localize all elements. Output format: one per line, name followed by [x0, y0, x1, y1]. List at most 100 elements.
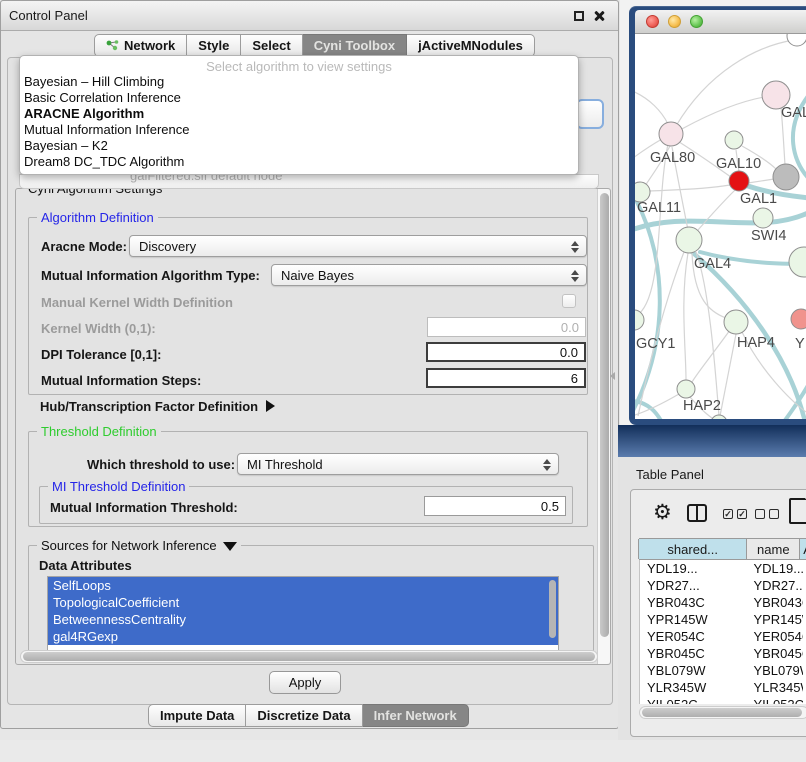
node[interactable] — [787, 34, 806, 46]
tab-discretize-data[interactable]: Discretize Data — [246, 704, 362, 727]
table-row[interactable]: YBR045C YBR045C 9. — [640, 645, 806, 662]
table-row[interactable]: YBL079W YBL079W — [640, 662, 806, 679]
attribute-item-selected[interactable]: gal4RGexp — [48, 628, 558, 645]
node-hap4[interactable] — [724, 310, 748, 334]
node[interactable] — [789, 247, 806, 277]
select-all-checkboxes-icon[interactable]: ✓✓ — [723, 509, 747, 519]
tab-cyni-toolbox[interactable]: Cyni Toolbox — [303, 34, 407, 57]
tab-select[interactable]: Select — [241, 34, 302, 57]
which-threshold-value: MI Threshold — [247, 457, 323, 472]
dpi-tolerance-field[interactable]: 0.0 — [426, 342, 586, 362]
cell-shared-name[interactable]: YLR345W — [640, 679, 749, 696]
algorithm-option[interactable]: Bayesian – K2 — [20, 138, 578, 154]
cell-name[interactable]: YBR045C — [749, 645, 803, 662]
sources-toggle[interactable]: Sources for Network Inference — [37, 538, 241, 553]
column-header-clipped[interactable]: A — [799, 539, 806, 559]
cell-name[interactable]: YDR27... — [749, 577, 803, 594]
deselect-all-checkboxes-icon[interactable] — [755, 509, 779, 519]
manual-kernel-width-checkbox[interactable] — [562, 294, 576, 308]
network-icon — [106, 39, 119, 52]
node-swi4[interactable] — [753, 208, 773, 228]
apply-button[interactable]: Apply — [269, 671, 341, 694]
column-header-shared-name[interactable]: shared... — [638, 539, 747, 559]
table-row[interactable]: YDR27... YDR27... 12 — [640, 577, 806, 594]
cell-shared-name[interactable]: YIL052C — [640, 696, 749, 704]
tab-jactivemnodules[interactable]: jActiveMNodules — [407, 34, 535, 57]
tab-impute-data[interactable]: Impute Data — [148, 704, 246, 727]
settings-horizontal-scrollbar-thumb[interactable] — [23, 652, 595, 661]
hub-definition-toggle[interactable]: Hub/Transcription Factor Definition — [40, 399, 275, 414]
settings-horizontal-scrollbar[interactable] — [20, 650, 598, 663]
tab-infer-network[interactable]: Infer Network — [363, 704, 469, 727]
kernel-width-field[interactable]: 0.0 — [427, 317, 586, 337]
cell-shared-name[interactable]: YPR145W — [640, 611, 749, 628]
table-row[interactable]: YPR145W YPR145W 9. — [640, 611, 806, 628]
attribute-item-selected[interactable]: BetweennessCentrality — [48, 611, 558, 628]
node-label: GAL4 — [694, 256, 731, 272]
node-gal1[interactable] — [729, 171, 749, 191]
close-traffic-light-icon[interactable] — [646, 15, 659, 28]
mi-algorithm-type-combo[interactable]: Naive Bayes — [271, 264, 587, 286]
mi-threshold-value: 0.5 — [541, 499, 559, 514]
node-hap2[interactable] — [677, 380, 695, 398]
node-gcy1[interactable] — [635, 310, 644, 330]
algorithm-option-selected[interactable]: ARACNE Algorithm — [20, 106, 578, 122]
node-gal10[interactable] — [725, 131, 743, 149]
tab-network[interactable]: Network — [94, 34, 187, 57]
network-combo-clipped[interactable]: galFiltered.sif default node — [19, 174, 599, 189]
table-horizontal-scrollbar[interactable] — [639, 706, 806, 719]
cell-shared-name[interactable]: YDR27... — [640, 577, 749, 594]
tab-style[interactable]: Style — [187, 34, 241, 57]
table-row[interactable]: YIL052C YIL052C 9 — [640, 696, 806, 704]
zoom-traffic-light-icon[interactable] — [690, 15, 703, 28]
node-gal4[interactable] — [676, 227, 702, 253]
cell-name[interactable]: YIL052C — [749, 696, 803, 704]
table-row[interactable]: YDL19... YDL19... 13 — [640, 560, 806, 577]
tab-impute-data-label: Impute Data — [160, 708, 234, 723]
attribute-item-selected[interactable]: SelfLoops — [48, 577, 558, 594]
gear-icon[interactable]: ⚙ — [653, 502, 672, 523]
network-canvas[interactable]: GAL GAL80 GAL10 GAL1 GAL11 SWI4 GAL4 HAP… — [635, 34, 806, 419]
cell-name[interactable]: YBR043C — [749, 594, 803, 611]
network-window-titlebar[interactable] — [635, 10, 806, 34]
splitpane-collapse-icon[interactable] — [610, 372, 615, 380]
cell-name[interactable]: YER054C — [749, 628, 803, 645]
cell-shared-name[interactable]: YBR045C — [640, 645, 749, 662]
node-gray[interactable] — [773, 164, 799, 190]
node-salmon[interactable] — [791, 309, 806, 329]
table-row[interactable]: YBR043C YBR043C — [640, 594, 806, 611]
float-window-icon[interactable] — [574, 11, 584, 21]
cell-name[interactable]: YLR345W — [749, 679, 803, 696]
cell-shared-name[interactable]: YDL19... — [640, 560, 749, 577]
minimize-traffic-light-icon[interactable] — [668, 15, 681, 28]
cell-shared-name[interactable]: YER054C — [640, 628, 749, 645]
algorithm-option[interactable]: Basic Correlation Inference — [20, 90, 578, 106]
cell-shared-name[interactable]: YBL079W — [640, 662, 749, 679]
cell-shared-name[interactable]: YBR043C — [640, 594, 749, 611]
column-header-name[interactable]: name — [746, 539, 800, 559]
cell-name[interactable]: YPR145W — [749, 611, 803, 628]
table-row[interactable]: YLR345W YLR345W 9. — [640, 679, 806, 696]
algorithm-option[interactable]: Dream8 DC_TDC Algorithm — [20, 154, 578, 170]
aracne-mode-combo[interactable]: Discovery — [129, 235, 587, 257]
attributes-scrollbar[interactable] — [549, 580, 556, 638]
close-icon[interactable] — [593, 10, 605, 22]
node-gal11[interactable] — [635, 182, 650, 202]
node-gal80[interactable] — [659, 122, 683, 146]
table-row[interactable]: YER054C YER054C 8. — [640, 628, 806, 645]
algorithm-option[interactable]: Mutual Information Inference — [20, 122, 578, 138]
mi-threshold-field[interactable]: 0.5 — [424, 496, 566, 516]
cell-name[interactable]: YBL079W — [749, 662, 803, 679]
settings-vertical-scrollbar[interactable] — [597, 189, 610, 664]
columns-icon[interactable] — [687, 504, 707, 522]
cell-name[interactable]: YDL19... — [749, 560, 803, 577]
attribute-item-selected[interactable]: TopologicalCoefficient — [48, 594, 558, 611]
settings-vertical-scrollbar-thumb[interactable] — [600, 193, 609, 637]
new-table-icon[interactable] — [789, 498, 806, 524]
node[interactable] — [711, 415, 727, 419]
algorithm-option[interactable]: Bayesian – Hill Climbing — [20, 74, 578, 90]
mi-steps-field[interactable]: 6 — [426, 368, 586, 388]
which-threshold-combo[interactable]: MI Threshold — [237, 453, 559, 475]
inference-algorithm-combo-fragment[interactable] — [576, 99, 604, 129]
table-horizontal-scrollbar-thumb[interactable] — [642, 708, 802, 717]
